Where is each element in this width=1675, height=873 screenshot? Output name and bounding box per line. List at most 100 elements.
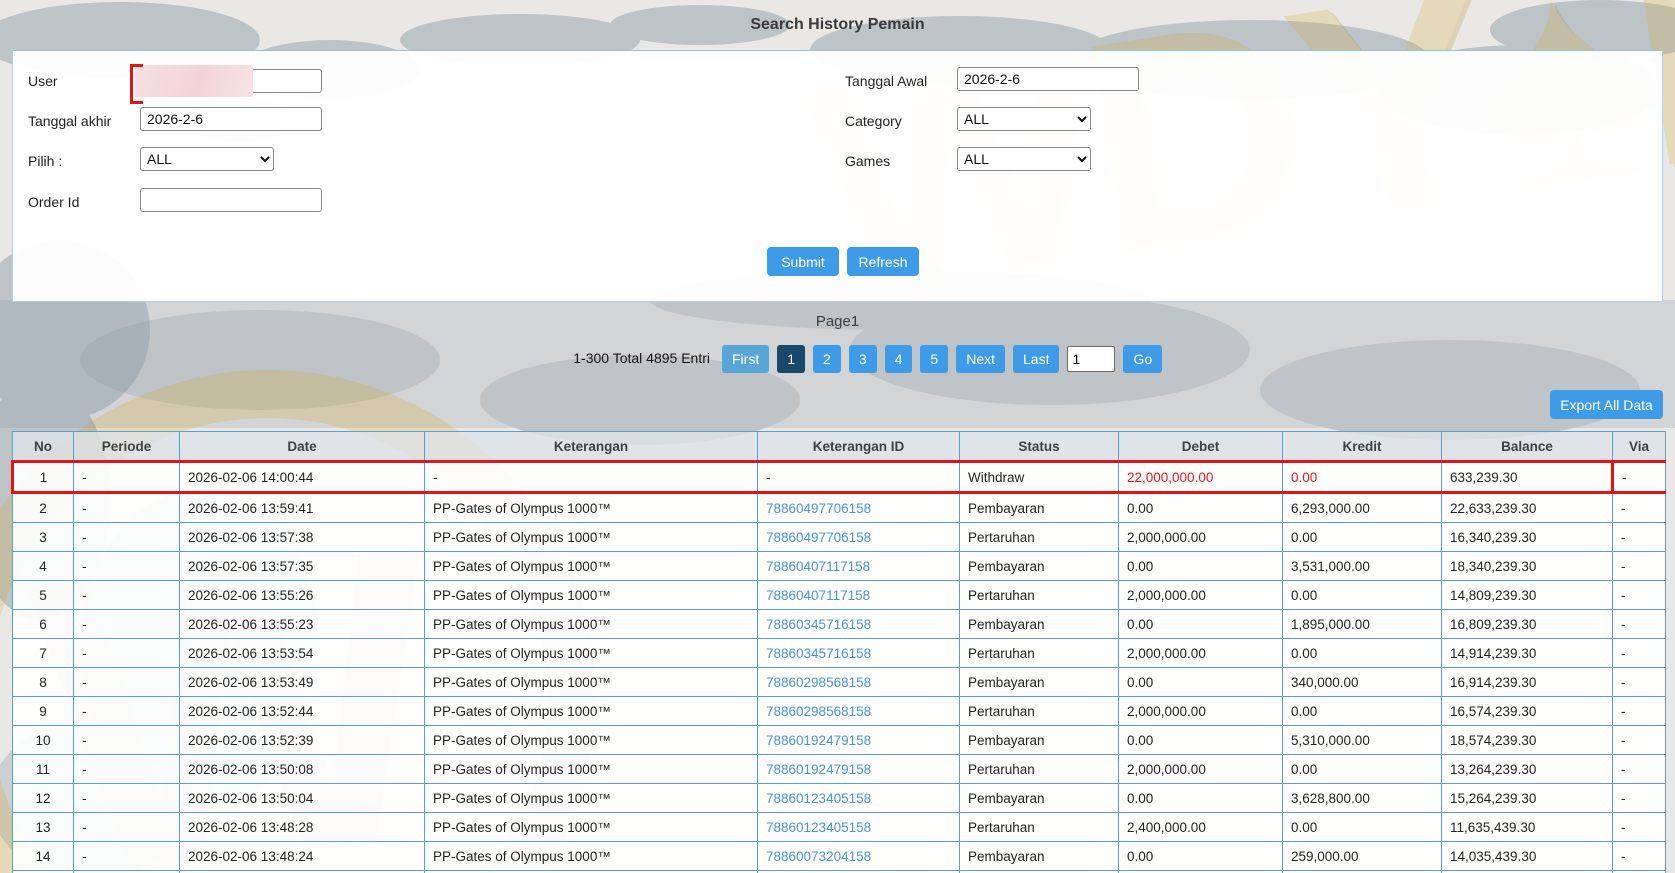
cell-balance: 16,809,239.30 — [1441, 609, 1613, 639]
cell-balance: 18,574,239.30 — [1441, 725, 1613, 755]
table-row: 10-2026-02-06 13:52:39 PP-Gates of Olympu… — [12, 725, 1666, 755]
tanggal-awal-input[interactable] — [957, 67, 1139, 91]
cell-debet: 0.00 — [1118, 492, 1283, 523]
category-label: Category — [845, 113, 902, 129]
cell-via: - — [1612, 783, 1666, 813]
cell-date: 2026-02-06 13:48:24 — [179, 841, 425, 871]
cell-kredit: 340,000.00 — [1282, 667, 1442, 697]
table-row: 12-2026-02-06 13:50:04 PP-Gates of Olympu… — [12, 783, 1666, 813]
page-button-next[interactable]: Next — [956, 344, 1005, 373]
submit-button[interactable]: Submit — [767, 247, 839, 276]
go-button[interactable]: Go — [1123, 344, 1163, 373]
export-all-data-button[interactable]: Export All Data — [1550, 390, 1663, 419]
header-cell-kredit: Kredit — [1282, 431, 1442, 462]
cell-status: Withdraw — [959, 460, 1119, 494]
cell-keterangan: PP-Gates of Olympus 1000™ — [424, 812, 758, 842]
cell-date: 2026-02-06 13:52:39 — [179, 725, 425, 755]
cell-balance: 13,264,239.30 — [1441, 754, 1613, 784]
search-panel: User Tanggal akhir Pilih : ALL Order Id … — [12, 50, 1663, 302]
history-table-wrap: No Periode Date Keterangan Keterangan ID Stat… — [11, 431, 1666, 873]
header-cell-status: Status — [959, 431, 1119, 462]
cell-keterangan-id[interactable]: 78860192479158 — [757, 725, 960, 755]
cell-status: Pertaruhan — [959, 580, 1119, 610]
header-cell-keterangan-id: Keterangan ID — [757, 431, 960, 462]
cell-balance: 633,239.30 — [1441, 460, 1614, 494]
category-select[interactable]: ALL — [957, 107, 1091, 131]
cell-debet: 2,000,000.00 — [1118, 580, 1283, 610]
cell-balance: 16,574,239.30 — [1441, 696, 1613, 726]
cell-keterangan-id[interactable]: 78860407117158 — [757, 580, 960, 610]
user-redaction-overlay — [135, 65, 253, 97]
cell-no: 7 — [12, 638, 74, 668]
cell-via: - — [1612, 812, 1666, 842]
cell-keterangan-id[interactable]: 78860298568158 — [757, 696, 960, 726]
refresh-button[interactable]: Refresh — [847, 247, 919, 276]
cell-periode: - — [73, 783, 180, 813]
table-row: 4-2026-02-06 13:57:35 PP-Gates of Olympus… — [12, 551, 1666, 581]
tanggal-akhir-input[interactable] — [140, 107, 322, 131]
header-cell-debet: Debet — [1118, 431, 1283, 462]
history-table-body: 1-2026-02-06 14:00:44- - Withdraw 22,000,00… — [11, 460, 1666, 873]
page-button-2[interactable]: 2 — [813, 344, 841, 373]
cell-keterangan-id[interactable]: 78860497706158 — [757, 522, 960, 552]
cell-date: 2026-02-06 13:57:35 — [179, 551, 425, 581]
cell-no: 8 — [12, 667, 74, 697]
cell-date: 2026-02-06 13:50:08 — [179, 754, 425, 784]
page-button-5[interactable]: 5 — [920, 344, 949, 373]
cell-keterangan-id[interactable]: 78860073204158 — [757, 841, 960, 871]
cell-kredit: 0.00 — [1282, 522, 1442, 552]
user-field-wrap — [130, 64, 322, 104]
header-cell-periode: Periode — [73, 431, 180, 462]
page-button-1[interactable]: 1 — [777, 344, 806, 373]
cell-date: 2026-02-06 13:53:49 — [179, 667, 425, 697]
cell-kredit: 0.00 — [1282, 696, 1442, 726]
cell-kredit: 0.00 — [1282, 638, 1442, 668]
cell-no: 10 — [12, 725, 74, 755]
cell-status: Pertaruhan — [959, 812, 1119, 842]
cell-debet: 22,000,000.00 — [1118, 460, 1283, 494]
cell-keterangan-id[interactable]: 78860298568158 — [757, 667, 960, 697]
cell-no: 2 — [12, 492, 74, 523]
cell-debet: 0.00 — [1118, 725, 1283, 755]
cell-periode: - — [73, 812, 180, 842]
cell-status: Pertaruhan — [959, 638, 1119, 668]
table-row: 11-2026-02-06 13:50:08 PP-Gates of Olympu… — [12, 754, 1666, 784]
cell-no: 4 — [12, 551, 74, 581]
cell-debet: 0.00 — [1118, 609, 1283, 639]
cell-via: - — [1612, 522, 1666, 552]
goto-page-input[interactable] — [1067, 345, 1116, 372]
table-row: 9-2026-02-06 13:52:44 PP-Gates of Olympus… — [12, 696, 1666, 726]
table-row: 13-2026-02-06 13:48:28 PP-Gates of Olympu… — [12, 812, 1666, 842]
cell-keterangan-id[interactable]: 78860407117158 — [757, 551, 960, 581]
cell-date: 2026-02-06 14:00:44 — [179, 460, 425, 494]
page-button-first[interactable]: First — [722, 344, 770, 373]
cell-balance: 16,914,239.30 — [1441, 667, 1613, 697]
cell-via: - — [1612, 609, 1666, 639]
order-id-label: Order Id — [28, 194, 80, 210]
cell-date: 2026-02-06 13:52:44 — [179, 696, 425, 726]
cell-via: - — [1612, 667, 1666, 697]
cell-keterangan-id[interactable]: 78860345716158 — [757, 638, 960, 668]
cell-status: Pembayaran — [959, 492, 1119, 523]
cell-keterangan-id[interactable]: 78860345716158 — [757, 609, 960, 639]
games-select[interactable]: ALL — [957, 147, 1091, 171]
cell-status: Pembayaran — [959, 783, 1119, 813]
cell-keterangan-id[interactable]: 78860123405158 — [757, 812, 960, 842]
order-id-input[interactable] — [140, 188, 322, 212]
cell-status: Pembayaran — [959, 551, 1119, 581]
pilih-select[interactable]: ALL — [140, 147, 274, 171]
page-button-4[interactable]: 4 — [884, 344, 913, 373]
cell-keterangan-id[interactable]: 78860123405158 — [757, 783, 960, 813]
cell-balance: 16,340,239.30 — [1441, 522, 1613, 552]
cell-keterangan-id[interactable]: 78860192479158 — [757, 754, 960, 784]
cell-kredit: 5,310,000.00 — [1282, 725, 1442, 755]
games-label: Games — [845, 153, 891, 169]
cell-via: - — [1612, 492, 1666, 523]
page-button-last[interactable]: Last — [1013, 344, 1060, 373]
cell-balance: 14,809,239.30 — [1441, 580, 1613, 610]
cell-kredit: 0.00 — [1282, 812, 1442, 842]
cell-balance: 14,914,239.30 — [1441, 638, 1613, 668]
page-button-3[interactable]: 3 — [848, 344, 877, 373]
cell-balance: 22,633,239.30 — [1441, 492, 1613, 523]
cell-keterangan-id[interactable]: 78860497706158 — [757, 492, 960, 523]
